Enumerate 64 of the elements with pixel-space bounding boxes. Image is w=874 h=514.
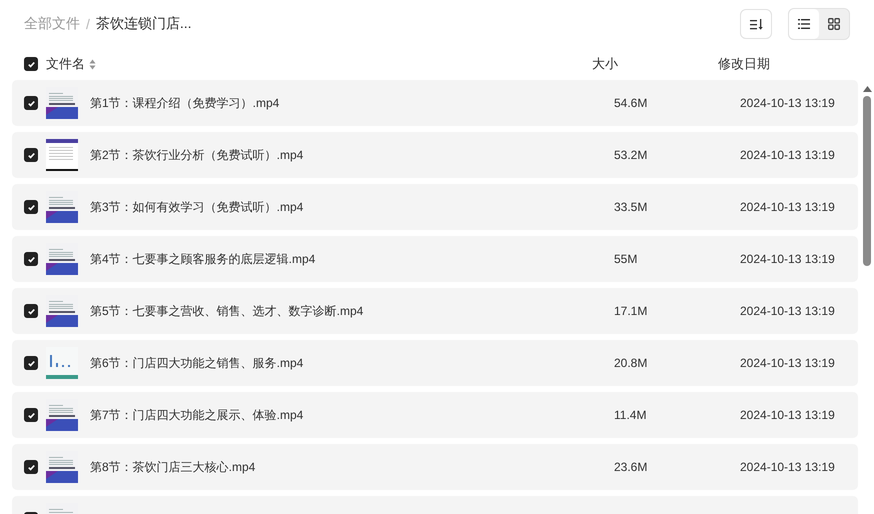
file-name: 第8节：茶饮门店三大核心.mp4 [90, 458, 256, 476]
file-size: 20.8M [614, 356, 648, 370]
breadcrumb-separator: / [86, 16, 90, 32]
modified-date: 2024-10-13 13:19 [740, 200, 836, 214]
grid-icon [828, 18, 840, 30]
column-header[interactable]: 大小 [592, 55, 718, 73]
file-size: 23.6M [614, 460, 648, 474]
modified-date: 2024-10-13 13:19 [740, 252, 836, 266]
breadcrumb-item: 茶饮连锁门店... [96, 15, 192, 33]
sort-arrows-icon [89, 58, 96, 70]
file-row[interactable]: 第2节：茶饮行业分析（免费试听）.mp4 53.2M 2024-10-13 13:19 [12, 132, 858, 178]
checkmark-icon [26, 358, 36, 368]
checkmark-icon [26, 150, 36, 160]
file-name: 第7节：门店四大功能之展示、体验.mp4 [90, 406, 304, 424]
select-all-checkbox[interactable] [24, 57, 38, 71]
file-name: 第4节：七要事之顾客服务的底层逻辑.mp4 [90, 250, 316, 268]
file-size: 55M [614, 252, 638, 266]
row-checkbox[interactable] [24, 96, 38, 110]
checkmark-icon [26, 254, 36, 264]
modified-date: 2024-10-13 13:19 [740, 408, 836, 422]
row-checkbox[interactable] [24, 408, 38, 422]
file-name: 第2节：茶饮行业分析（免费试听）.mp4 [90, 146, 304, 164]
file-row[interactable]: 第8节：茶饮门店三大核心.mp4 23.6M 2024-10-13 13:19 [12, 444, 858, 490]
file-row[interactable]: 第7节：门店四大功能之展示、体验.mp4 11.4M 2024-10-13 13:19 [12, 392, 858, 438]
checkmark-icon [26, 202, 36, 212]
row-checkbox[interactable] [24, 252, 38, 266]
scrollbar-thumb[interactable] [863, 96, 871, 266]
file-name: 第3节：如何有效学习（免费试听）.mp4 [90, 198, 304, 216]
file-row[interactable]: 第1节：课程介绍（免费学习）.mp4 54.6M 2024-10-13 13:19 [12, 80, 858, 126]
checkmark-icon [26, 98, 36, 108]
modified-date: 2024-10-13 13:19 [740, 304, 836, 318]
file-size: 53.2M [614, 148, 648, 162]
file-size: 11.4M [614, 408, 648, 422]
file-size: 54.6M [614, 96, 648, 110]
file-row[interactable]: 第5节：七要事之营收、销售、选才、数字诊断.mp4 17.1M 2024-10-13 13:19 [12, 288, 858, 334]
checkmark-icon [26, 410, 36, 420]
file-size: 33.5M [614, 200, 648, 214]
modified-date: 2024-10-13 13:19 [740, 460, 836, 474]
checkmark-icon [26, 306, 36, 316]
file-row[interactable]: 第4节：七要事之顾客服务的底层逻辑.mp4 55M 2024-10-13 13:19 [12, 236, 858, 282]
modified-date: 2024-10-13 13:19 [740, 356, 836, 370]
modified-date: 2024-10-13 13:19 [740, 148, 836, 162]
row-checkbox[interactable] [24, 304, 38, 318]
file-row[interactable]: 第6节：门店四大功能之销售、服务.mp4 20.8M 2024-10-13 13:19 [12, 340, 858, 386]
file-name: 第6节：门店四大功能之销售、服务.mp4 [90, 354, 304, 372]
row-checkbox[interactable] [24, 356, 38, 370]
sort-icon [750, 18, 762, 30]
row-checkbox[interactable] [24, 460, 38, 474]
video-thumbnail [46, 139, 78, 171]
row-checkbox[interactable] [24, 148, 38, 162]
list-icon [798, 19, 810, 29]
sort-button[interactable] [740, 9, 772, 39]
file-name: 第5节：七要事之营收、销售、选才、数字诊断.mp4 [90, 302, 364, 320]
checkmark-icon [26, 60, 36, 68]
view-toggle-button[interactable] [789, 9, 819, 39]
modified-date: 2024-10-13 13:19 [740, 96, 836, 110]
file-row[interactable]: 第3节：如何有效学习（免费试听）.mp4 33.5M 2024-10-13 13:19 [12, 184, 858, 230]
column-header[interactable]: 文件名 [46, 55, 85, 73]
file-name: 第1节：课程介绍（免费学习）.mp4 [90, 94, 280, 112]
scroll-up-icon[interactable] [862, 86, 872, 92]
checkmark-icon [26, 462, 36, 472]
file-size: 17.1M [614, 304, 648, 318]
row-checkbox[interactable] [24, 200, 38, 214]
column-header[interactable]: 修改日期 [718, 55, 846, 73]
